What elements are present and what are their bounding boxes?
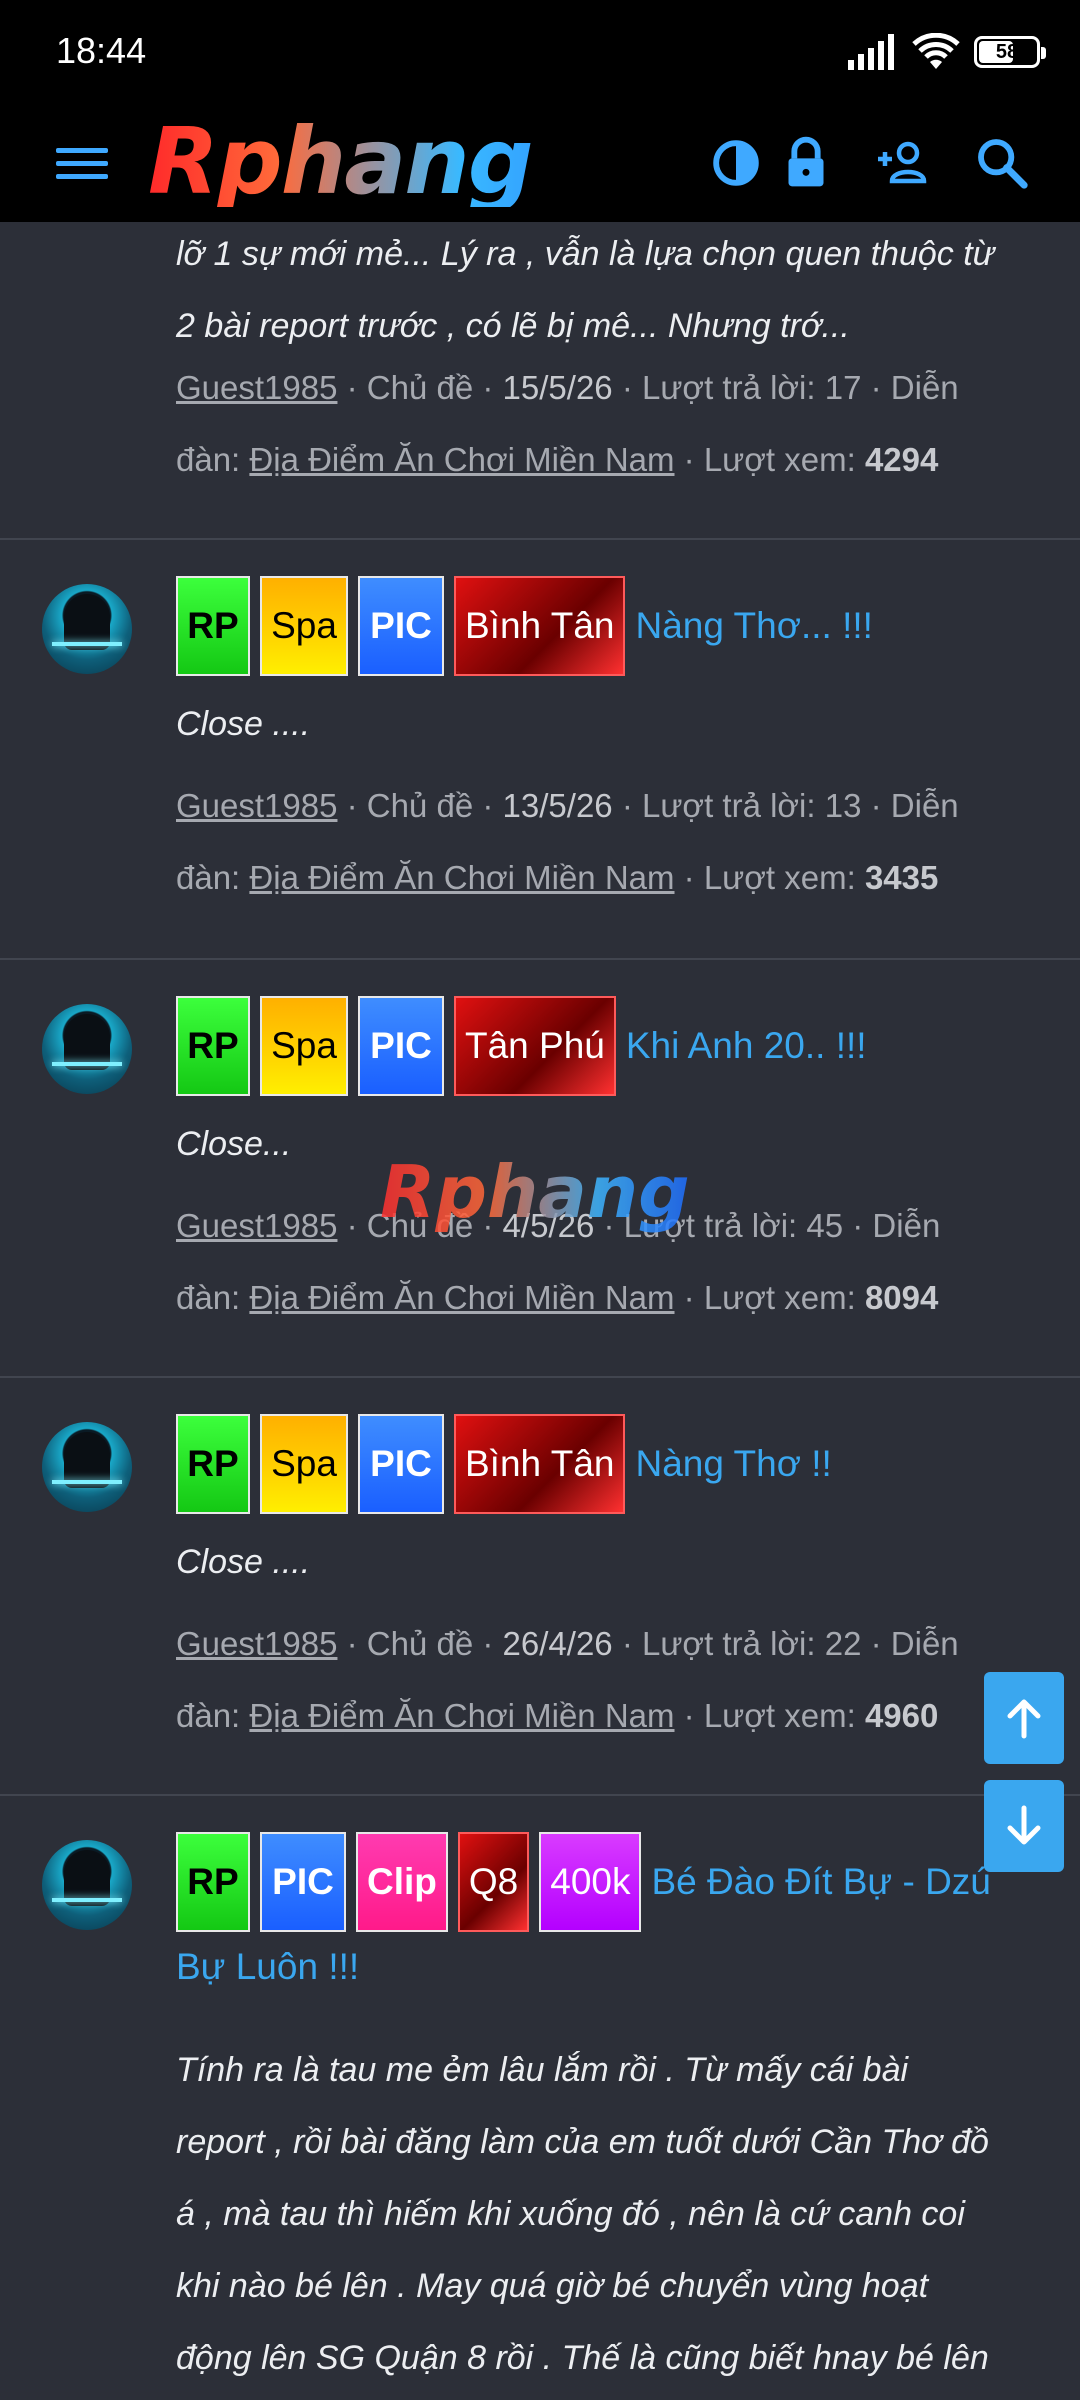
author-link[interactable]: Guest1985 xyxy=(176,369,337,406)
forum-link[interactable]: Địa Điểm Ăn Chơi Miền Nam xyxy=(249,1279,674,1316)
thread-meta: Guest1985 · Chủ đề · 26/4/26 · Lượt trả … xyxy=(176,1625,959,1734)
tag-pic[interactable]: PIC xyxy=(358,576,444,676)
tag-area[interactable]: Bình Tân xyxy=(454,576,626,676)
tag-pic[interactable]: PIC xyxy=(358,996,444,1096)
wifi-icon xyxy=(912,33,960,69)
add-user-icon[interactable] xyxy=(872,133,932,193)
tag-rp[interactable]: RP xyxy=(176,996,250,1096)
arrow-up-icon xyxy=(1007,1699,1041,1739)
thread-title-line: RP Spa PIC Bình Tân Nàng Thơ... !!! xyxy=(176,576,1056,676)
avatar[interactable] xyxy=(42,584,132,674)
thread-title-line: RP Spa PIC Bình Tân Nàng Thơ !! xyxy=(176,1414,1056,1514)
tag-rp[interactable]: RP xyxy=(176,1414,250,1514)
thread-title-line: RP PIC Clip Q8 400k Bé Đào Đít Bự - Dzú xyxy=(176,1832,1056,1932)
tag-rp[interactable]: RP xyxy=(176,576,250,676)
tag-area[interactable]: Tân Phú xyxy=(454,996,616,1096)
tag-price[interactable]: 400k xyxy=(539,1832,642,1932)
tag-area[interactable]: Bình Tân xyxy=(454,1414,626,1514)
status-icons: 58 xyxy=(848,32,1046,72)
scroll-bottom-button[interactable] xyxy=(984,1780,1064,1872)
app-header: Rphang xyxy=(0,105,1080,222)
thread-item[interactable]: lỡ 1 sự mới mẻ... Lý ra , vẫn là lựa chọ… xyxy=(0,222,1080,540)
thread-meta: Guest1985 · Chủ đề · 13/5/26 · Lượt trả … xyxy=(176,787,959,896)
avatar[interactable] xyxy=(42,1004,132,1094)
thread-snippet: Close .... xyxy=(176,1543,311,1581)
contrast-icon[interactable] xyxy=(706,133,766,193)
author-link[interactable]: Guest1985 xyxy=(176,1207,337,1244)
battery-icon: 58 xyxy=(974,36,1046,68)
thread-item[interactable]: RP Spa PIC Bình Tân Nàng Thơ !! Close ..… xyxy=(0,1378,1080,1796)
thread-title-link[interactable]: Nàng Thơ... !!! xyxy=(635,605,872,647)
arrow-down-icon xyxy=(1007,1805,1041,1845)
thread-snippet: lỡ 1 sự mới mẻ... Lý ra , vẫn là lựa chọ… xyxy=(176,235,995,345)
avatar[interactable] xyxy=(42,1840,132,1930)
thread-title-link[interactable]: Nàng Thơ !! xyxy=(635,1443,831,1485)
status-time: 18:44 xyxy=(56,30,147,71)
scroll-top-button[interactable] xyxy=(984,1672,1064,1764)
search-icon[interactable] xyxy=(972,133,1032,193)
thread-meta: Guest1985 · Chủ đề · 15/5/26 · Lượt trả … xyxy=(176,369,959,478)
thread-item[interactable]: RP Spa PIC Bình Tân Nàng Thơ... !!! Clos… xyxy=(0,540,1080,960)
watermark-logo: Rphang xyxy=(380,1150,690,1234)
thread-title-link[interactable]: Khi Anh 20.. !!! xyxy=(626,1025,867,1067)
tag-pic[interactable]: PIC xyxy=(260,1832,346,1932)
thread-snippet: Close .... xyxy=(176,705,311,743)
menu-icon[interactable] xyxy=(56,137,108,189)
forum-link[interactable]: Địa Điểm Ăn Chơi Miền Nam xyxy=(249,859,674,896)
thread-title-link[interactable]: Bé Đào Đít Bự - Dzú xyxy=(651,1861,990,1903)
tag-clip[interactable]: Clip xyxy=(356,1832,448,1932)
signal-icon xyxy=(848,34,894,70)
tag-spa[interactable]: Spa xyxy=(260,576,348,676)
author-link[interactable]: Guest1985 xyxy=(176,1625,337,1662)
tag-area[interactable]: Q8 xyxy=(457,1832,530,1932)
forum-link[interactable]: Địa Điểm Ăn Chơi Miền Nam xyxy=(249,1697,674,1734)
forum-link[interactable]: Địa Điểm Ăn Chơi Miền Nam xyxy=(249,441,674,478)
thread-title-continued[interactable]: Bự Luôn !!! xyxy=(176,1946,359,1988)
tag-spa[interactable]: Spa xyxy=(260,1414,348,1514)
thread-item[interactable]: RP PIC Clip Q8 400k Bé Đào Đít Bự - Dzú … xyxy=(0,1796,1080,2400)
battery-level: 58 xyxy=(995,40,1019,63)
thread-snippet: Tính ra là tau me ẻm lâu lắm rồi . Từ mấ… xyxy=(176,2051,989,2377)
site-logo[interactable]: Rphang xyxy=(148,116,668,208)
thread-title-line: RP Spa PIC Tân Phú Khi Anh 20.. !!! xyxy=(176,996,1056,1096)
lock-icon[interactable] xyxy=(776,133,836,193)
tag-pic[interactable]: PIC xyxy=(358,1414,444,1514)
status-bar: 18:44 58 xyxy=(0,0,1080,105)
tag-rp[interactable]: RP xyxy=(176,1832,250,1932)
avatar[interactable] xyxy=(42,1422,132,1512)
tag-spa[interactable]: Spa xyxy=(260,996,348,1096)
author-link[interactable]: Guest1985 xyxy=(176,787,337,824)
